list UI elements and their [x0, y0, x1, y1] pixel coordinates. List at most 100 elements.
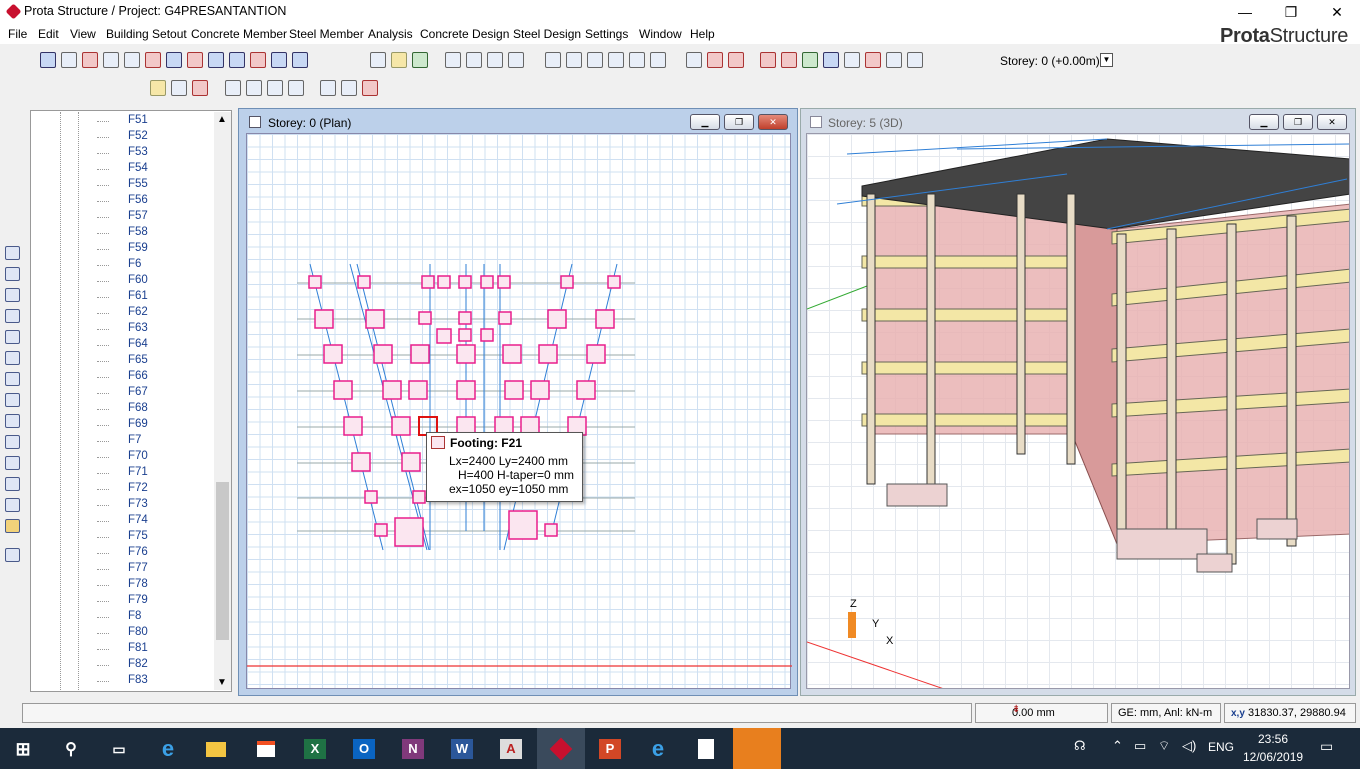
column-icon[interactable]	[103, 52, 119, 68]
footing-tool-icon[interactable]	[5, 477, 20, 491]
storey-select-icon[interactable]	[907, 52, 923, 68]
windows-start-icon[interactable]: ⊞	[7, 733, 39, 765]
menu-analysis[interactable]: Analysis	[368, 27, 413, 41]
arc-icon[interactable]	[608, 52, 624, 68]
back-icon[interactable]	[320, 80, 336, 96]
notification-icon[interactable]: ▭	[1320, 738, 1333, 755]
footing-tool-icon[interactable]	[5, 246, 20, 260]
language-indicator[interactable]: ENG	[1208, 740, 1234, 754]
prota-orange-app[interactable]	[733, 728, 781, 769]
line-tool-icon[interactable]	[61, 52, 77, 68]
zoom-icon[interactable]	[225, 80, 241, 96]
notepad-icon[interactable]	[690, 733, 722, 765]
tree-item[interactable]: F80	[128, 626, 148, 638]
network-icon[interactable]: ⌔	[1158, 738, 1170, 754]
frame-icon[interactable]	[629, 52, 645, 68]
pile-icon[interactable]	[229, 52, 245, 68]
extend-icon[interactable]	[566, 52, 582, 68]
tree-item[interactable]: F8	[128, 610, 141, 622]
layer-icon[interactable]	[650, 52, 666, 68]
zoom-all-icon[interactable]	[267, 80, 283, 96]
copy-icon[interactable]	[466, 52, 482, 68]
view3d-close-button[interactable]: ✕	[1317, 114, 1347, 130]
close-button[interactable]: ✕	[1314, 0, 1360, 24]
battery-icon[interactable]: ▭	[1134, 738, 1146, 754]
scroll-up-icon[interactable]: ▲	[217, 114, 227, 125]
clock-time[interactable]: 23:56	[1243, 732, 1303, 746]
tree-item[interactable]: F70	[128, 450, 148, 462]
excel-icon[interactable]: X	[299, 733, 331, 765]
powerpoint-icon[interactable]: P	[594, 733, 626, 765]
footing-tool-icon[interactable]	[5, 456, 20, 470]
plan-canvas[interactable]	[246, 133, 792, 689]
tree-item[interactable]: F65	[128, 354, 148, 366]
storey-combo[interactable]: Storey: 0 (+0.00m)	[1000, 54, 1100, 68]
tree-item[interactable]: F78	[128, 578, 148, 590]
list-icon[interactable]	[886, 52, 902, 68]
wall-icon[interactable]	[124, 52, 140, 68]
tree-item[interactable]: F6	[128, 258, 141, 270]
menu-edit[interactable]: Edit	[38, 27, 59, 41]
file-explorer-icon[interactable]	[200, 733, 232, 765]
snap-icon[interactable]	[171, 80, 187, 96]
outlook-icon[interactable]: O	[348, 733, 380, 765]
volume-icon[interactable]: ◁)	[1182, 738, 1196, 754]
plan-restore-button[interactable]: ❐	[724, 114, 754, 130]
word-icon[interactable]: W	[446, 733, 478, 765]
menu-file[interactable]: File	[8, 27, 27, 41]
menu-settings[interactable]: Settings	[585, 27, 628, 41]
footing-tool-icon[interactable]	[5, 288, 20, 302]
menu-view[interactable]: View	[70, 27, 96, 41]
chevron-down-icon[interactable]: ▼	[1100, 53, 1113, 67]
tree-item[interactable]: F71	[128, 466, 148, 478]
tree-item[interactable]: F54	[128, 162, 148, 174]
tree-item[interactable]: F52	[128, 130, 148, 142]
design-run-icon[interactable]	[781, 52, 797, 68]
tree-item[interactable]: F82	[128, 658, 148, 670]
clock-date[interactable]: 12/06/2019	[1243, 750, 1303, 764]
tree-item[interactable]: F51	[128, 114, 148, 126]
menu-building-setout[interactable]: Building Setout	[106, 27, 187, 41]
store-icon[interactable]	[250, 733, 282, 765]
tree-item[interactable]: F59	[128, 242, 148, 254]
print-icon[interactable]	[445, 52, 461, 68]
pencil-icon[interactable]	[150, 80, 166, 96]
people-icon[interactable]: ☊	[1074, 738, 1086, 754]
mesh-icon[interactable]	[823, 52, 839, 68]
tree-item[interactable]: F76	[128, 546, 148, 558]
analysis-run-icon[interactable]	[760, 52, 776, 68]
tree-item[interactable]: F7	[128, 434, 141, 446]
prota-structure-icon[interactable]	[545, 733, 577, 765]
tee-icon[interactable]	[192, 80, 208, 96]
mat-foundation-icon[interactable]	[250, 52, 266, 68]
new-file-icon[interactable]	[370, 52, 386, 68]
minimize-button[interactable]: —	[1222, 0, 1268, 24]
tree-item[interactable]: F77	[128, 562, 148, 574]
storey-icon[interactable]	[728, 52, 744, 68]
search-icon[interactable]: ⚲	[55, 733, 87, 765]
zoom-window-icon[interactable]	[288, 80, 304, 96]
tree-item[interactable]: F68	[128, 402, 148, 414]
view3d-canvas[interactable]	[806, 133, 1350, 689]
select-pointer-icon[interactable]	[40, 52, 56, 68]
tree-item[interactable]: F81	[128, 642, 148, 654]
tree-item[interactable]: F73	[128, 498, 148, 510]
menu-window[interactable]: Window	[639, 27, 682, 41]
table-icon[interactable]	[487, 52, 503, 68]
tree-item[interactable]: F60	[128, 274, 148, 286]
footing-tool-icon[interactable]	[5, 435, 20, 449]
footing-tool-icon[interactable]	[5, 351, 20, 365]
maximize-button[interactable]: ❐	[1268, 0, 1314, 24]
menu-concrete-design[interactable]: Concrete Design	[420, 27, 509, 41]
menu-help[interactable]: Help	[690, 27, 715, 41]
footing-tool-icon[interactable]	[5, 267, 20, 281]
tray-chevron-icon[interactable]: ⌃	[1112, 738, 1123, 754]
grid-axis-icon[interactable]	[82, 52, 98, 68]
internet-explorer-icon[interactable]: e	[642, 733, 674, 765]
align-icon[interactable]	[545, 52, 561, 68]
drawing-icon[interactable]	[844, 52, 860, 68]
footing-tool-icon[interactable]	[5, 372, 20, 386]
footing-tool-icon[interactable]	[5, 548, 20, 562]
footing-tool-icon[interactable]	[5, 414, 20, 428]
tree-item[interactable]: F75	[128, 530, 148, 542]
